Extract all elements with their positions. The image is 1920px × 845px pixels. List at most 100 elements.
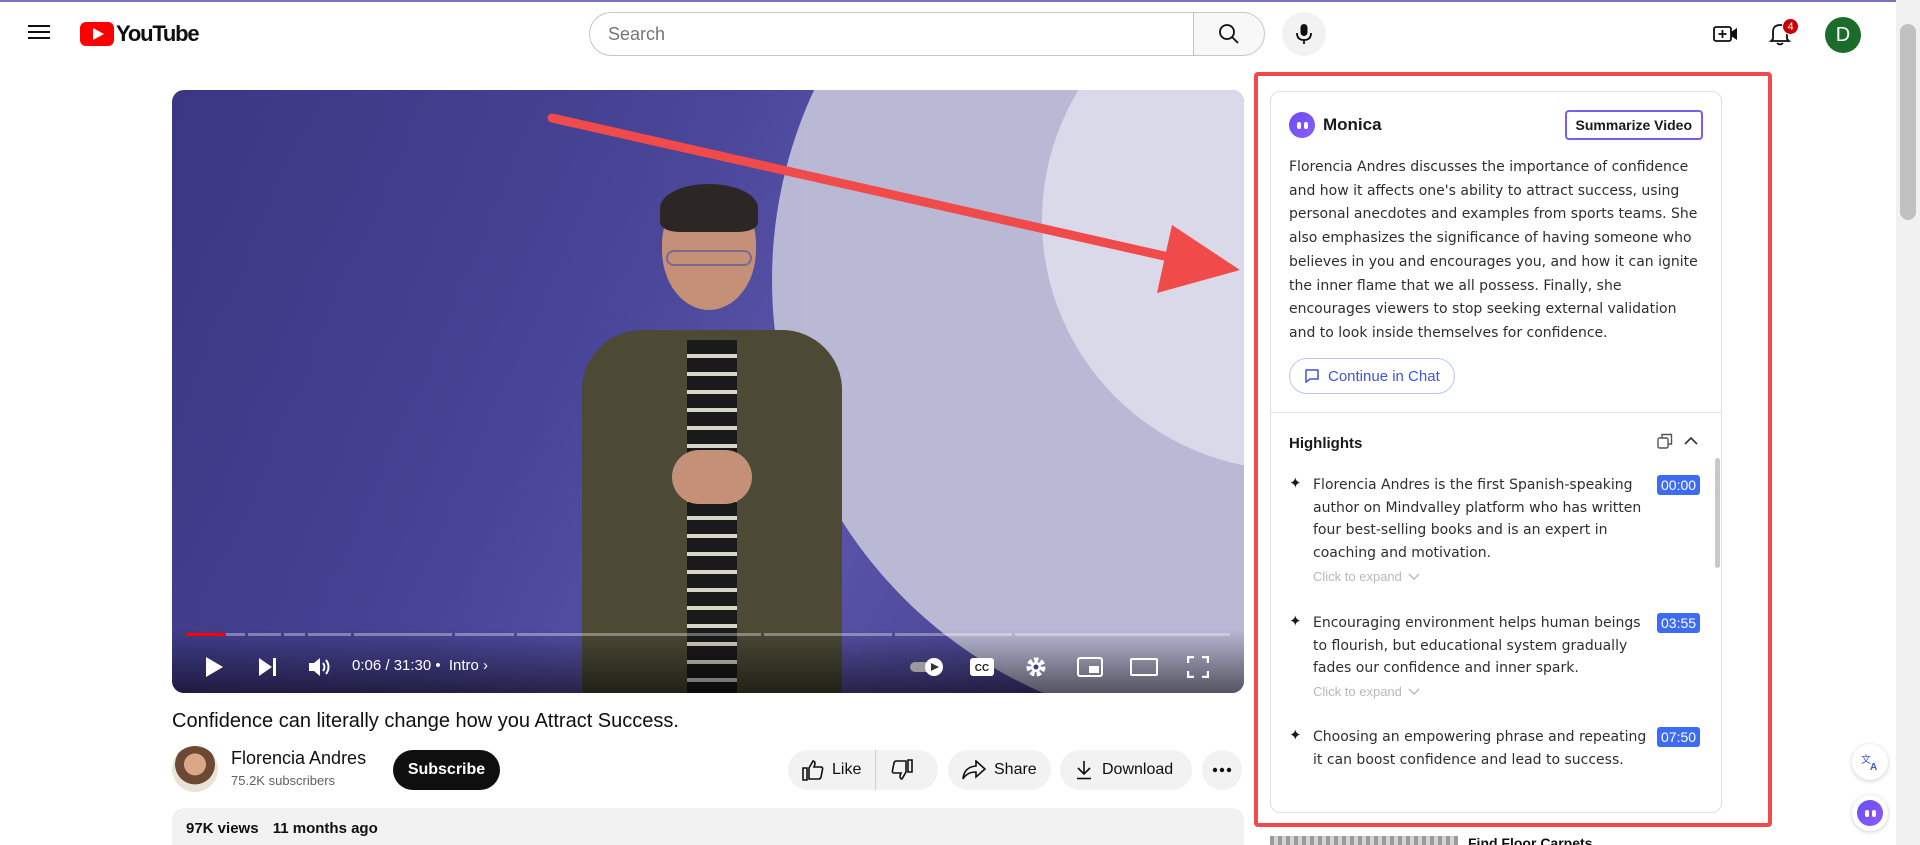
search-button[interactable] <box>1193 12 1265 56</box>
svg-text:A: A <box>1870 762 1877 771</box>
download-button[interactable]: Download <box>1060 750 1192 790</box>
chapter-separator: • <box>435 657 441 674</box>
account-avatar[interactable]: D <box>1825 17 1861 53</box>
expand-highlight-link[interactable]: Click to expand <box>1313 684 1420 699</box>
play-icon <box>206 657 223 677</box>
download-label: Download <box>1102 761 1174 778</box>
time-display: 0:06 / 31:30 • Intro › <box>352 657 488 674</box>
chevron-down-icon <box>1408 573 1420 580</box>
download-icon <box>1077 761 1091 780</box>
top-bar: YouTube 4 D <box>0 0 1920 64</box>
play-button[interactable] <box>198 651 230 683</box>
share-arrow-icon <box>962 760 986 780</box>
page-scrollbar-thumb[interactable] <box>1900 24 1916 220</box>
sparkle-icon: ✦ <box>1289 475 1302 492</box>
thumbs-up-icon <box>802 760 824 781</box>
collapse-highlights-button[interactable] <box>1683 433 1701 451</box>
miniplayer-icon <box>1077 657 1103 677</box>
voice-search-button[interactable] <box>1282 12 1326 56</box>
gear-icon <box>1026 657 1046 677</box>
highlights-title: Highlights <box>1289 435 1363 452</box>
autoplay-toggle-icon <box>910 658 943 676</box>
theater-mode-icon <box>1130 658 1158 676</box>
search-icon <box>1219 24 1239 44</box>
theater-mode-button[interactable] <box>1128 651 1160 683</box>
highlight-timestamp[interactable]: 00:00 <box>1657 475 1701 495</box>
expand-highlight-link[interactable]: Click to expand <box>1313 569 1420 584</box>
monica-logo-icon <box>1289 112 1315 138</box>
search-bar <box>589 12 1265 56</box>
chapter-label[interactable]: Intro <box>449 657 479 674</box>
description-box[interactable]: 97K views 11 months ago <box>172 808 1244 845</box>
chevron-down-icon <box>1408 688 1420 695</box>
youtube-logo[interactable]: YouTube <box>80 21 200 46</box>
more-actions-button[interactable] <box>1202 750 1242 790</box>
player-controls: 0:06 / 31:30 • Intro › CC <box>172 629 1244 693</box>
highlight-timestamp[interactable]: 03:55 <box>1657 613 1701 633</box>
highlights-scrollbar[interactable] <box>1715 458 1720 568</box>
recommendation-thumbnail[interactable] <box>1270 836 1458 845</box>
translate-icon: 文A <box>1861 753 1877 771</box>
translate-button[interactable]: 文A <box>1852 744 1888 780</box>
upload-age: 11 months ago <box>272 820 378 837</box>
miniplayer-button[interactable] <box>1074 651 1106 683</box>
menu-icon[interactable] <box>28 22 52 42</box>
progress-played <box>186 633 227 636</box>
channel-name[interactable]: Florencia Andres <box>231 748 366 769</box>
video-summary-text: Florencia Andres discusses the importanc… <box>1289 159 1698 341</box>
thumbs-down-icon <box>891 759 914 780</box>
view-count: 97K views <box>186 820 259 837</box>
chevron-up-icon <box>1684 436 1698 445</box>
copy-icon <box>1657 433 1673 449</box>
copy-highlights-button[interactable] <box>1657 433 1675 451</box>
notification-count-badge: 4 <box>1782 18 1799 35</box>
monica-header: Monica <box>1289 112 1382 138</box>
notifications-button[interactable]: 4 <box>1762 16 1799 52</box>
time-text: 0:06 / 31:30 <box>352 657 432 674</box>
highlight-text: Florencia Andres is the first Spanish-sp… <box>1313 477 1642 561</box>
page-scrollbar[interactable] <box>1896 0 1920 845</box>
highlight-text: Choosing an empowering phrase and repeat… <box>1313 729 1647 768</box>
youtube-play-icon <box>80 22 114 46</box>
recommendation-title[interactable]: Find Floor Carpets <box>1468 834 1592 845</box>
video-camera-plus-icon <box>1713 26 1737 42</box>
chat-bubble-icon <box>1305 369 1319 384</box>
skip-next-icon <box>259 658 276 676</box>
chevron-right-icon[interactable]: › <box>483 657 488 674</box>
video-player[interactable]: 0:06 / 31:30 • Intro › CC <box>172 90 1244 693</box>
continue-in-chat-button[interactable]: Continue in Chat <box>1289 358 1455 394</box>
closed-captions-icon: CC <box>970 658 994 676</box>
fullscreen-button[interactable] <box>1182 651 1214 683</box>
monica-launcher-button[interactable] <box>1852 795 1888 831</box>
highlight-text: Encouraging environment helps human bein… <box>1313 615 1641 677</box>
continue-in-chat-label: Continue in Chat <box>1328 367 1440 385</box>
settings-button[interactable] <box>1020 651 1052 683</box>
monica-title: Monica <box>1323 115 1382 134</box>
channel-avatar[interactable] <box>172 746 218 792</box>
search-input[interactable] <box>589 12 1193 56</box>
captions-button[interactable]: CC <box>966 651 998 683</box>
logo-text: YouTube <box>116 21 200 46</box>
expand-label: Click to expand <box>1313 569 1402 584</box>
video-title: Confidence can literally change how you … <box>172 710 679 732</box>
sparkle-icon: ✦ <box>1289 613 1302 630</box>
panel-divider <box>1271 412 1721 413</box>
share-button[interactable]: Share <box>948 750 1051 790</box>
volume-button[interactable] <box>304 651 336 683</box>
create-button[interactable] <box>1708 16 1744 52</box>
highlight-timestamp[interactable]: 07:50 <box>1657 727 1701 747</box>
subscribe-button[interactable]: Subscribe <box>393 750 500 790</box>
more-horizontal-icon <box>1212 767 1232 773</box>
volume-icon <box>309 658 330 676</box>
fullscreen-icon <box>1187 656 1209 678</box>
next-button[interactable] <box>252 651 284 683</box>
subscriber-count: 75.2K subscribers <box>231 773 336 788</box>
summarize-video-button[interactable]: Summarize Video <box>1564 110 1703 140</box>
autoplay-toggle[interactable] <box>908 651 948 683</box>
monica-logo-icon <box>1857 800 1883 826</box>
dislike-button[interactable] <box>876 750 928 790</box>
sparkle-icon: ✦ <box>1289 727 1302 744</box>
monica-summary-panel: Monica Summarize Video Florencia Andres … <box>1270 91 1722 813</box>
like-button[interactable]: Like <box>788 750 877 790</box>
progress-bar[interactable] <box>186 633 1230 636</box>
